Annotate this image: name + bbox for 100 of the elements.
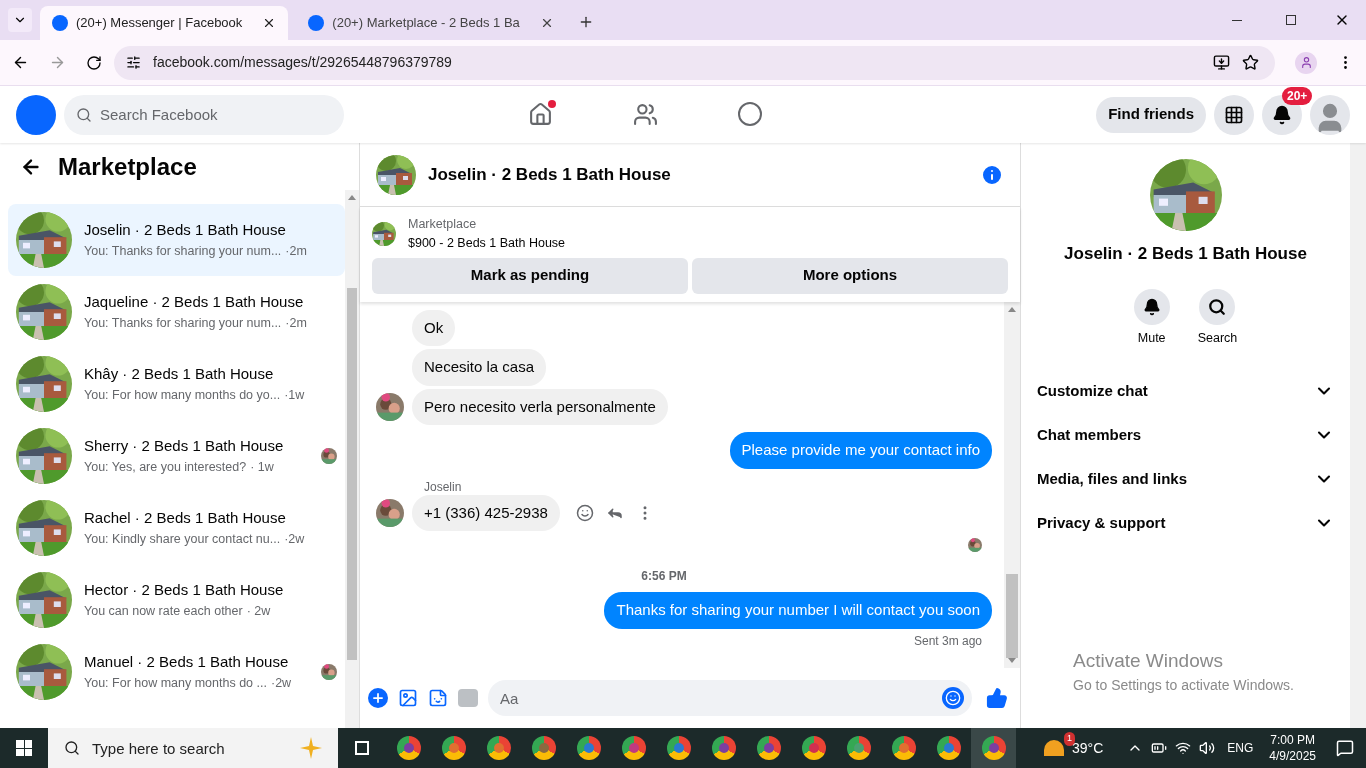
message-preview: You: Yes, are you interested? xyxy=(84,458,247,476)
taskbar-search-field[interactable]: Type here to search xyxy=(48,728,338,768)
notifications-icon[interactable] xyxy=(1336,739,1354,757)
message-time: · 2w xyxy=(246,602,271,620)
sidebar-title: Marketplace xyxy=(58,151,197,182)
browser-tab[interactable]: (20+) Marketplace - 2 Beds 1 Ba xyxy=(296,6,566,40)
conversation-item[interactable]: Khây · 2 Beds 1 Bath House You: For how many months do yo... ·1w xyxy=(8,348,345,420)
incoming-message: Pero necesito verla personalmente xyxy=(412,388,668,425)
page-scrollbar[interactable] xyxy=(1350,143,1366,728)
scroll-up-icon[interactable] xyxy=(348,194,356,200)
site-settings-icon xyxy=(126,55,141,70)
chat-title: Joselin · 2 Beds 1 Bath House xyxy=(428,163,672,186)
clock[interactable]: 7:00 PM 4/9/2025 xyxy=(1269,732,1316,764)
conversation-name: Rachel · 2 Beds 1 Bath House xyxy=(84,508,287,529)
incoming-message: +1 (336) 425-2938 xyxy=(412,494,560,531)
browser-tab[interactable]: (20+) Messenger | Facebook xyxy=(40,6,289,40)
incoming-message: Ok xyxy=(412,309,456,346)
restore-icon[interactable] xyxy=(1286,15,1296,25)
home-icon[interactable] xyxy=(528,102,554,127)
sticker-icon[interactable] xyxy=(428,688,448,708)
message-time: ·2m xyxy=(285,242,307,260)
scrollbar-thumb[interactable] xyxy=(347,288,357,660)
timestamp: 6:56 PM xyxy=(641,568,688,585)
temperature: 39°C xyxy=(1072,738,1104,758)
menu-button[interactable] xyxy=(1214,94,1254,135)
search-field[interactable]: Search Facebook xyxy=(64,94,344,135)
weather-icon[interactable] xyxy=(1044,740,1064,756)
message-time: ·2w xyxy=(284,530,305,548)
forward-icon[interactable] xyxy=(49,54,66,71)
listing-action-button[interactable]: Mark as pending xyxy=(372,257,688,294)
message-preview: You: Kindly share your contact nu... xyxy=(84,530,281,548)
scrollbar[interactable] xyxy=(345,190,359,728)
conversation-item[interactable]: Jaqueline · 2 Beds 1 Bath House You: Thanks for sharing your num... ·2m xyxy=(8,276,345,348)
scrollbar-thumb[interactable] xyxy=(1006,574,1018,658)
search-icon xyxy=(64,740,80,756)
browser-icon[interactable] xyxy=(971,728,1016,768)
conversation-item[interactable]: Joselin · 2 Beds 1 Bath House You: Thanks for sharing your num... ·2m xyxy=(8,204,345,276)
conversation-item[interactable]: Rachel · 2 Beds 1 Bath House You: Kindly share your contact nu... ·2w xyxy=(8,492,345,564)
message-preview: You: For how many months do ... xyxy=(84,674,267,692)
message-preview: You: For how many months do yo... xyxy=(84,386,281,404)
friends-icon[interactable] xyxy=(633,102,659,127)
conversation-name: Khây · 2 Beds 1 Bath House xyxy=(84,364,275,385)
language-indicator[interactable]: ENG xyxy=(1227,739,1254,757)
activation-text: Go to Settings to activate Windows. xyxy=(1073,676,1294,695)
scrollbar[interactable] xyxy=(1004,301,1020,668)
account-button[interactable] xyxy=(1310,94,1350,135)
section-header[interactable]: Customize chat xyxy=(1029,369,1342,414)
bookmark-icon[interactable] xyxy=(1242,54,1259,71)
notification-badge: 20+ xyxy=(1282,86,1313,105)
conversation-item[interactable]: Manuel · 2 Beds 1 Bath House You: For how many months do ... ·2w xyxy=(8,636,345,708)
search-icon xyxy=(76,106,92,123)
sender-name: Joselin xyxy=(424,478,463,496)
section-header[interactable]: Privacy & support xyxy=(1029,501,1342,546)
message-time: · 1w xyxy=(250,458,274,476)
url-text: facebook.com/messages/t/29265448796379789 xyxy=(153,53,452,72)
tab-title: (20+) Messenger | Facebook xyxy=(76,14,244,33)
conversation-item[interactable]: Sherry · 2 Beds 1 Bath House You: Yes, are you interested? · 1w xyxy=(8,420,345,492)
message-time: ·1w xyxy=(284,386,305,404)
message-time: ·2w xyxy=(270,674,292,692)
message-field[interactable]: Aa xyxy=(488,680,972,716)
listing-action-button[interactable]: More options xyxy=(692,257,1008,294)
bell-icon xyxy=(1142,297,1161,316)
message-time: ·2m xyxy=(285,314,307,332)
react-icon[interactable] xyxy=(575,503,594,522)
scroll-up-icon[interactable] xyxy=(1008,305,1016,312)
volume-icon xyxy=(1199,740,1216,756)
install-icon[interactable] xyxy=(1213,54,1230,71)
find-friends-button[interactable]: Find friends xyxy=(1096,96,1206,133)
message-preview: You: Thanks for sharing your num... xyxy=(84,314,282,332)
message-preview: You can now rate each other xyxy=(84,602,243,620)
message-preview: You: Thanks for sharing your num... xyxy=(84,242,282,260)
conversation-name: Joselin · 2 Beds 1 Bath House xyxy=(84,220,287,241)
add-icon[interactable] xyxy=(368,688,388,708)
profile-icon[interactable] xyxy=(1295,51,1317,74)
back-icon[interactable] xyxy=(12,54,29,71)
section-header[interactable]: Chat members xyxy=(1029,413,1342,458)
contact-name: Joselin · 2 Beds 1 Bath House xyxy=(1064,243,1307,265)
address-bar[interactable]: facebook.com/messages/t/29265448796379789 xyxy=(114,45,1275,80)
incoming-message: Necesito la casa xyxy=(412,349,547,386)
battery-icon xyxy=(1151,740,1168,756)
outgoing-message: Please provide me your contact info xyxy=(729,432,992,469)
conversation-item[interactable]: Hector · 2 Beds 1 Bath House You can now rate each other · 2w xyxy=(8,564,345,636)
photo-icon[interactable] xyxy=(398,688,418,708)
sparkle-icon xyxy=(300,737,322,759)
grid-icon xyxy=(1224,104,1244,125)
like-icon[interactable] xyxy=(986,687,1008,709)
conversation-name: Manuel · 2 Beds 1 Bath House xyxy=(84,652,290,673)
tab-title: (20+) Marketplace - 2 Beds 1 Ba xyxy=(332,14,521,33)
conversation-name: Hector · 2 Beds 1 Bath House xyxy=(84,580,285,601)
conversation-name: Jaqueline · 2 Beds 1 Bath House xyxy=(84,292,305,313)
outgoing-message: Thanks for sharing your number I will contact you soon xyxy=(604,592,992,629)
reload-icon[interactable] xyxy=(86,54,102,71)
activation-title: Activate Windows xyxy=(1073,648,1224,673)
tab-menu-button[interactable] xyxy=(8,8,32,32)
section-header[interactable]: Media, files and links xyxy=(1029,457,1342,502)
listing-title: $900 - 2 Beds 1 Bath House xyxy=(408,234,566,252)
conversation-name: Sherry · 2 Beds 1 Bath House xyxy=(84,436,285,457)
network-icon xyxy=(1175,740,1192,756)
listing-source: Marketplace xyxy=(408,216,478,233)
bell-icon xyxy=(1272,104,1292,125)
